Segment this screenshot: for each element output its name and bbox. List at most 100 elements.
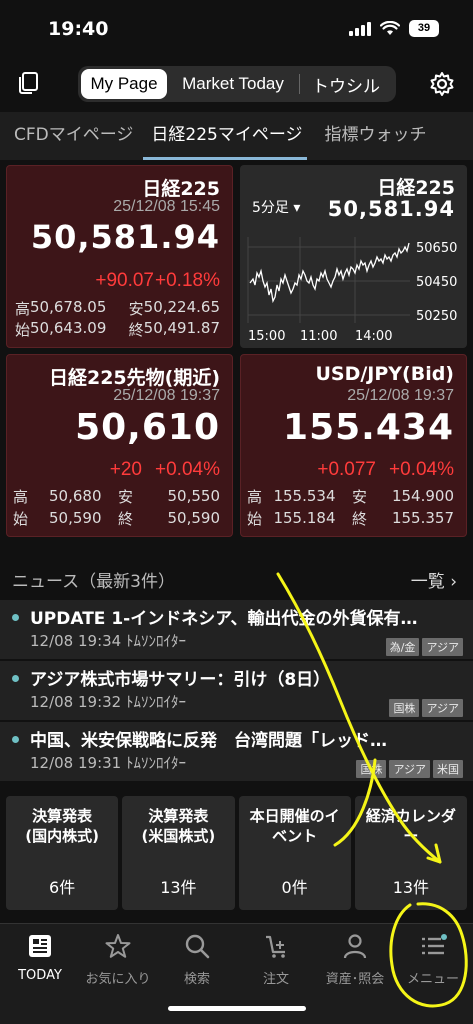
tab-label: TODAY [18, 968, 62, 983]
tile-earnings-domestic[interactable]: 決算発表 (国内株式) 6件 [6, 796, 119, 910]
close-value: 155.357 [391, 509, 454, 527]
news-item[interactable]: アジア株式市場サマリー：引け（8日） 12/08 19:32 ﾄﾑｿﾝﾛｲﾀｰ … [0, 661, 473, 721]
nikkei-card[interactable]: 日経225 25/12/08 15:45 50,581.94 +90.07 +0… [6, 165, 233, 348]
newspaper-icon [29, 935, 51, 957]
news-header: ニュース（最新3件） 一覧 › [0, 563, 473, 593]
segment-my-page[interactable]: My Page [81, 69, 167, 99]
battery-icon: 39 [409, 20, 439, 37]
tile-earnings-us[interactable]: 決算発表 (米国株式) 13件 [122, 796, 235, 910]
tab-favorites[interactable]: お気に入り [78, 932, 158, 987]
tile-label: 決算発表 (国内株式) [6, 806, 118, 846]
interval-dropdown[interactable]: 5分足 ▾ [252, 197, 300, 217]
search-icon [185, 934, 210, 959]
unread-dot-icon [12, 614, 19, 621]
tile-count: 6件 [49, 878, 76, 897]
card-price: 50,581.94 [30, 218, 220, 256]
close-label: 終 [351, 509, 367, 528]
news-list-link[interactable]: 一覧 › [411, 567, 457, 592]
wifi-icon [380, 21, 400, 35]
close-label: 終 [117, 509, 133, 528]
tile-label-line1: 本日開催のイ [249, 807, 340, 825]
status-icons: 39 [349, 20, 439, 37]
high-label: 高 [13, 487, 29, 506]
tile-label-line2: (米国株式) [141, 827, 216, 845]
news-tag: 米国 [433, 760, 463, 778]
tile-label-line2: ベント [272, 827, 318, 845]
tab-label: 資産･照会 [325, 972, 385, 987]
tab-menu[interactable]: メニュー [393, 932, 473, 987]
low-label: 安 [128, 300, 144, 318]
x-tick-label: 15:00 [248, 329, 285, 344]
tab-indicator-watch[interactable]: 指標ウォッチ [303, 112, 427, 160]
segment-toushiru[interactable]: トウシル [300, 69, 392, 99]
page-segment-control: My Page Market Today トウシル [78, 66, 396, 102]
low-value: 50,224.65 [143, 298, 220, 316]
nikkei-chart-card[interactable]: 日経225 5分足 ▾ 50,581.94 50650 50450 50250 … [240, 165, 467, 348]
tile-count: 13件 [392, 878, 430, 897]
price-line [249, 242, 410, 304]
news-title: アジア株式市場サマリー：引け（8日） [30, 670, 331, 690]
news-item[interactable]: UPDATE 1-インドネシア、輸出代金の外貨保有… 12/08 19:34 ﾄ… [0, 600, 473, 660]
tile-label-line1: 決算発表 [32, 807, 93, 825]
tile-label: 決算発表 (米国株式) [122, 806, 234, 846]
news-tag: 国株 [389, 699, 420, 717]
tile-count: 13件 [160, 878, 197, 897]
news-tags: 国株 アジア 米国 [356, 760, 463, 778]
card-title: USD/JPY(Bid) [315, 363, 454, 385]
tile-economic-calendar[interactable]: 経済カレンダー 13件 [354, 796, 467, 910]
usdjpy-card[interactable]: USD/JPY(Bid) 25/12/08 19:37 155.434 +0.0… [240, 354, 467, 537]
tile-count: 0件 [281, 878, 308, 897]
card-change-pct: +0.04% [389, 459, 454, 480]
news-tag: アジア [422, 638, 463, 656]
quick-tiles: 決算発表 (国内株式) 6件 決算発表 (米国株式) 13件 本日開催のイ ベント 0… [6, 796, 467, 910]
unread-dot-icon [12, 736, 19, 743]
person-icon [343, 934, 367, 959]
card-price: 50,610 [75, 407, 220, 448]
close-value: 50,491.87 [143, 319, 220, 337]
tab-search[interactable]: 検索 [157, 932, 237, 987]
low-label: 安 [117, 487, 133, 506]
star-icon [105, 934, 131, 958]
open-label: 始 [15, 321, 31, 339]
card-title: 日経225先物(期近) [48, 367, 220, 389]
card-change: +20 [109, 459, 142, 480]
news-title: 中国、米安保戦略に反発 台湾問題「レッド… [30, 731, 387, 751]
open-label: 始 [13, 509, 29, 528]
segment-market-today[interactable]: Market Today [167, 69, 299, 99]
tile-label: 本日開催のイ ベント [239, 806, 351, 846]
news-tag: 国株 [356, 760, 387, 778]
ohlc-grid: 高 50,680 安 50,550 始 50,590 終 50,590 [13, 485, 220, 529]
tile-label-line1: 決算発表 [148, 807, 209, 825]
tile-today-events[interactable]: 本日開催のイ ベント 0件 [238, 796, 351, 910]
high-label: 高 [247, 487, 263, 506]
menu-icon [422, 934, 447, 955]
tile-label-line2: (国内株式) [25, 827, 99, 845]
high-label: 高 [15, 300, 31, 318]
card-datetime: 25/12/08 19:37 [113, 387, 220, 404]
news-item[interactable]: 中国、米安保戦略に反発 台湾問題「レッド… 12/08 19:31 ﾄﾑｿﾝﾛｲ… [0, 722, 473, 782]
open-value: 50,590 [49, 509, 102, 527]
x-tick-label: 11:00 [300, 329, 337, 344]
tab-label: 注文 [262, 972, 289, 987]
tab-label: お気に入り [85, 972, 151, 987]
tab-order[interactable]: 注文 [236, 932, 316, 987]
tab-nikkei-mypage[interactable]: 日経225マイページ [133, 112, 307, 160]
high-value: 50,680 [49, 487, 102, 505]
card-price: 155.434 [283, 407, 454, 448]
gear-icon[interactable] [428, 70, 456, 98]
news-tags: 為/金 アジア [385, 638, 463, 656]
chart-card-title: 日経225 [377, 177, 455, 199]
dropdown-triangle-icon: ▾ [293, 200, 301, 216]
low-value: 154.900 [391, 487, 454, 505]
tab-today[interactable]: TODAY [0, 932, 80, 983]
nikkei-futures-card[interactable]: 日経225先物(期近) 25/12/08 19:37 50,610 +20 +0… [6, 354, 233, 537]
open-value: 50,643.09 [30, 319, 107, 337]
card-change: +90.07 [95, 270, 154, 291]
copy-icon[interactable] [16, 70, 42, 96]
tab-assets[interactable]: 資産･照会 [315, 932, 395, 987]
open-label: 始 [247, 509, 263, 528]
chart-card-price: 50,581.94 [327, 197, 455, 221]
y-tick-label: 50650 [416, 241, 457, 256]
status-time: 19:40 [48, 18, 109, 40]
tab-cfd-mypage[interactable]: CFDマイページ [0, 112, 133, 160]
